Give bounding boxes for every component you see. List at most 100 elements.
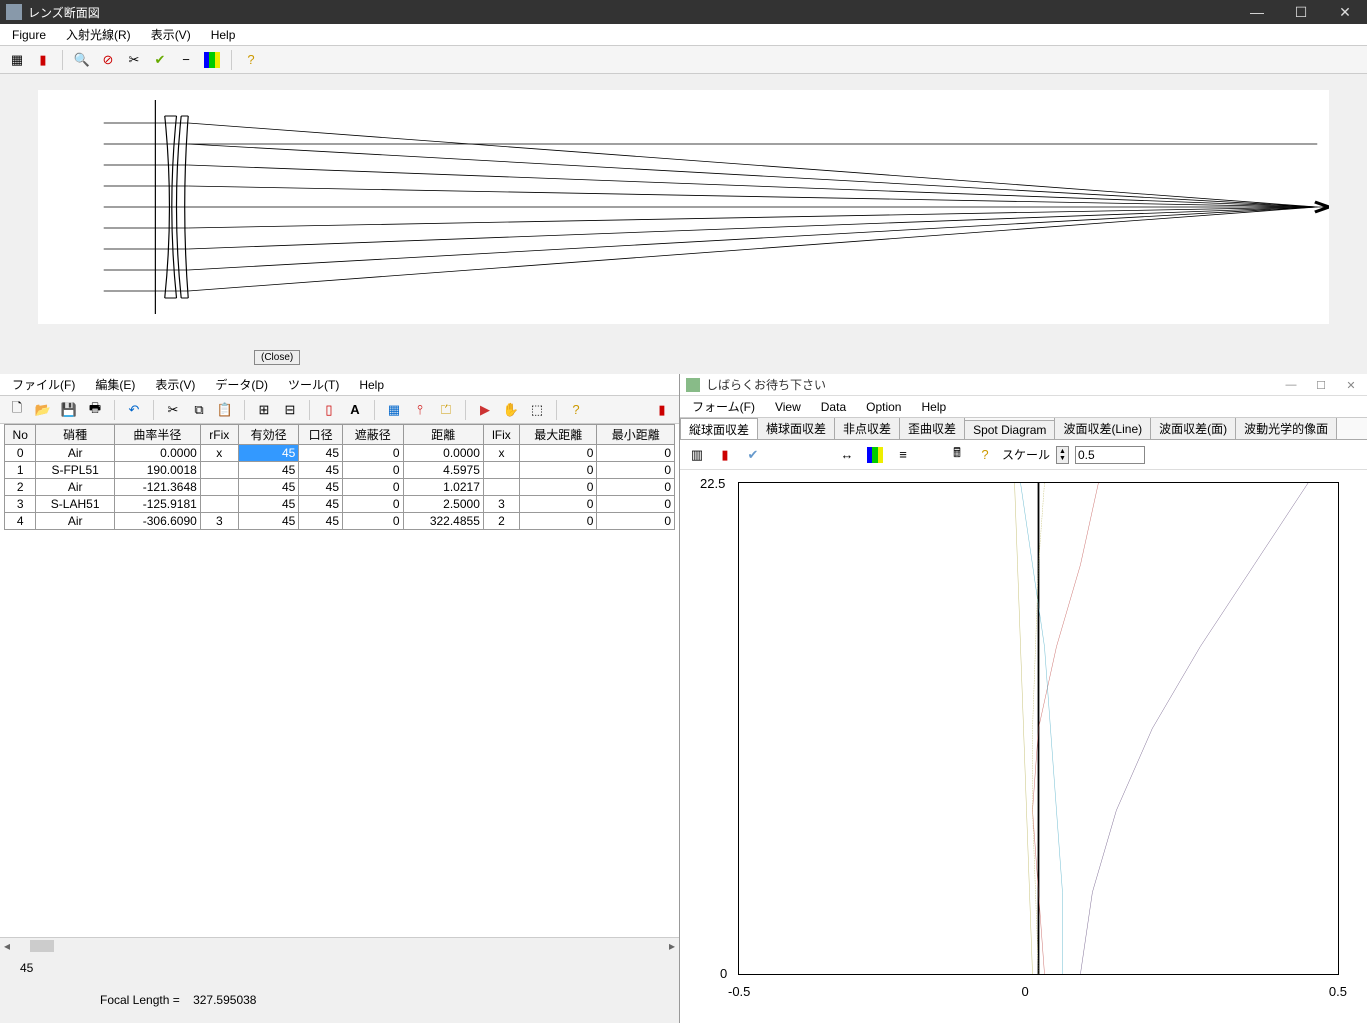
- sub-close-button[interactable]: ✕: [1337, 376, 1365, 394]
- col-header[interactable]: 最大距離: [520, 425, 597, 445]
- cell[interactable]: 322.4855: [403, 513, 483, 530]
- cell[interactable]: 0: [343, 496, 404, 513]
- undo-icon[interactable]: ↶: [123, 399, 145, 421]
- cell[interactable]: 45: [299, 445, 343, 462]
- zoom-icon[interactable]: 🔍: [71, 49, 93, 71]
- tab[interactable]: 非点収差: [834, 418, 900, 439]
- cell[interactable]: 0: [343, 479, 404, 496]
- cell[interactable]: 45: [299, 513, 343, 530]
- cell[interactable]: 3: [200, 513, 238, 530]
- cell[interactable]: 0: [597, 513, 675, 530]
- cell[interactable]: 0: [343, 445, 404, 462]
- cell[interactable]: 2: [483, 513, 519, 530]
- menu-item[interactable]: Data: [813, 398, 854, 416]
- menu-item[interactable]: Help: [913, 398, 954, 416]
- check-icon[interactable]: ✔: [149, 49, 171, 71]
- table-row[interactable]: 2Air-121.3648454501.021700: [5, 479, 675, 496]
- cut-ray-icon[interactable]: ✂: [123, 49, 145, 71]
- cell[interactable]: 45: [299, 479, 343, 496]
- tab[interactable]: 横球面収差: [757, 418, 835, 439]
- menu-item[interactable]: ファイル(F): [4, 374, 83, 395]
- col-header[interactable]: 距離: [403, 425, 483, 445]
- cell[interactable]: 45: [238, 479, 299, 496]
- cell[interactable]: 45: [238, 445, 299, 462]
- grid-icon[interactable]: ▦: [383, 399, 405, 421]
- help2-icon[interactable]: ?: [565, 399, 587, 421]
- cell[interactable]: 2.5000: [403, 496, 483, 513]
- chart-lines-icon[interactable]: ≡: [892, 444, 914, 466]
- cell[interactable]: [483, 479, 519, 496]
- cell[interactable]: -121.3648: [114, 479, 200, 496]
- cut-icon[interactable]: ✂: [162, 399, 184, 421]
- menu-item[interactable]: 表示(V): [143, 24, 199, 45]
- chart-layout-icon[interactable]: ▥: [686, 444, 708, 466]
- menu-item[interactable]: ツール(T): [280, 374, 347, 395]
- zoom-cancel-icon[interactable]: ⊘: [97, 49, 119, 71]
- cell[interactable]: S-FPL51: [36, 462, 114, 479]
- plot1-icon[interactable]: ⫯: [409, 399, 431, 421]
- sub-minimize-button[interactable]: ―: [1277, 376, 1305, 394]
- cell[interactable]: 0: [597, 479, 675, 496]
- cell[interactable]: [483, 462, 519, 479]
- paste-icon[interactable]: 📋: [214, 399, 236, 421]
- cell[interactable]: 1: [5, 462, 36, 479]
- cell[interactable]: 0: [520, 445, 597, 462]
- scale-input[interactable]: [1075, 446, 1145, 464]
- table-row[interactable]: 0Air0.0000x454500.0000x00: [5, 445, 675, 462]
- chart-stop-icon[interactable]: ▮: [714, 444, 736, 466]
- cell[interactable]: 3: [5, 496, 36, 513]
- cell[interactable]: 0: [597, 445, 675, 462]
- cell[interactable]: Air: [36, 513, 114, 530]
- save-icon[interactable]: 💾: [58, 399, 80, 421]
- menu-item[interactable]: 編集(E): [87, 374, 143, 395]
- menu-item[interactable]: 表示(V): [147, 374, 203, 395]
- cell[interactable]: 0: [597, 496, 675, 513]
- col-header[interactable]: 有効径: [238, 425, 299, 445]
- chart-help-icon[interactable]: ?: [974, 444, 996, 466]
- delete-row-icon[interactable]: ⊟: [279, 399, 301, 421]
- tab[interactable]: 波動光学的像面: [1235, 418, 1337, 439]
- print-icon[interactable]: 🖶: [84, 399, 106, 421]
- tab[interactable]: 波面収差(面): [1150, 418, 1236, 439]
- insert-row-icon[interactable]: ⊞: [253, 399, 275, 421]
- col-header[interactable]: 最小距離: [597, 425, 675, 445]
- menu-item[interactable]: Figure: [4, 26, 54, 44]
- menu-item[interactable]: フォーム(F): [684, 396, 763, 417]
- minimize-button[interactable]: ―: [1235, 0, 1279, 24]
- cell[interactable]: 0: [520, 479, 597, 496]
- note-icon[interactable]: ▯: [318, 399, 340, 421]
- chart-calc-icon[interactable]: 🖩: [946, 444, 968, 466]
- cell[interactable]: 45: [238, 462, 299, 479]
- color-palette-icon[interactable]: [201, 49, 223, 71]
- table-row[interactable]: 3S-LAH51-125.9181454502.5000300: [5, 496, 675, 513]
- help-icon[interactable]: ?: [240, 49, 262, 71]
- cell[interactable]: 45: [299, 462, 343, 479]
- col-header[interactable]: rFix: [200, 425, 238, 445]
- cell[interactable]: 0.0000: [114, 445, 200, 462]
- tab[interactable]: Spot Diagram: [964, 420, 1055, 439]
- top-close-button[interactable]: (Close): [254, 350, 300, 365]
- cell[interactable]: 4: [5, 513, 36, 530]
- cell[interactable]: -306.6090: [114, 513, 200, 530]
- run1-icon[interactable]: ▶: [474, 399, 496, 421]
- col-header[interactable]: 硝種: [36, 425, 114, 445]
- tab[interactable]: 歪曲収差: [899, 418, 965, 439]
- menu-item[interactable]: データ(D): [207, 374, 276, 395]
- cell[interactable]: 4.5975: [403, 462, 483, 479]
- chart-axis-icon[interactable]: ↔: [836, 444, 858, 466]
- col-header[interactable]: 口径: [299, 425, 343, 445]
- table-row[interactable]: 1S-FPL51190.0018454504.597500: [5, 462, 675, 479]
- stop-icon[interactable]: ▮: [32, 49, 54, 71]
- tab[interactable]: 縦球面収差: [680, 418, 758, 440]
- scale-spinner[interactable]: ▲▼: [1056, 446, 1069, 464]
- cell[interactable]: 45: [238, 513, 299, 530]
- tab[interactable]: 波面収差(Line): [1054, 418, 1151, 439]
- close-button[interactable]: ✕: [1323, 0, 1367, 24]
- cell[interactable]: 0.0000: [403, 445, 483, 462]
- cell[interactable]: x: [483, 445, 519, 462]
- lens-table[interactable]: No硝種曲率半径rFix有効径口径遮蔽径距離lFix最大距離最小距離0Air0.…: [4, 424, 675, 530]
- cell[interactable]: 2: [5, 479, 36, 496]
- col-header[interactable]: 曲率半径: [114, 425, 200, 445]
- cell[interactable]: [200, 462, 238, 479]
- h-scrollbar[interactable]: ◂ ▸: [0, 937, 679, 953]
